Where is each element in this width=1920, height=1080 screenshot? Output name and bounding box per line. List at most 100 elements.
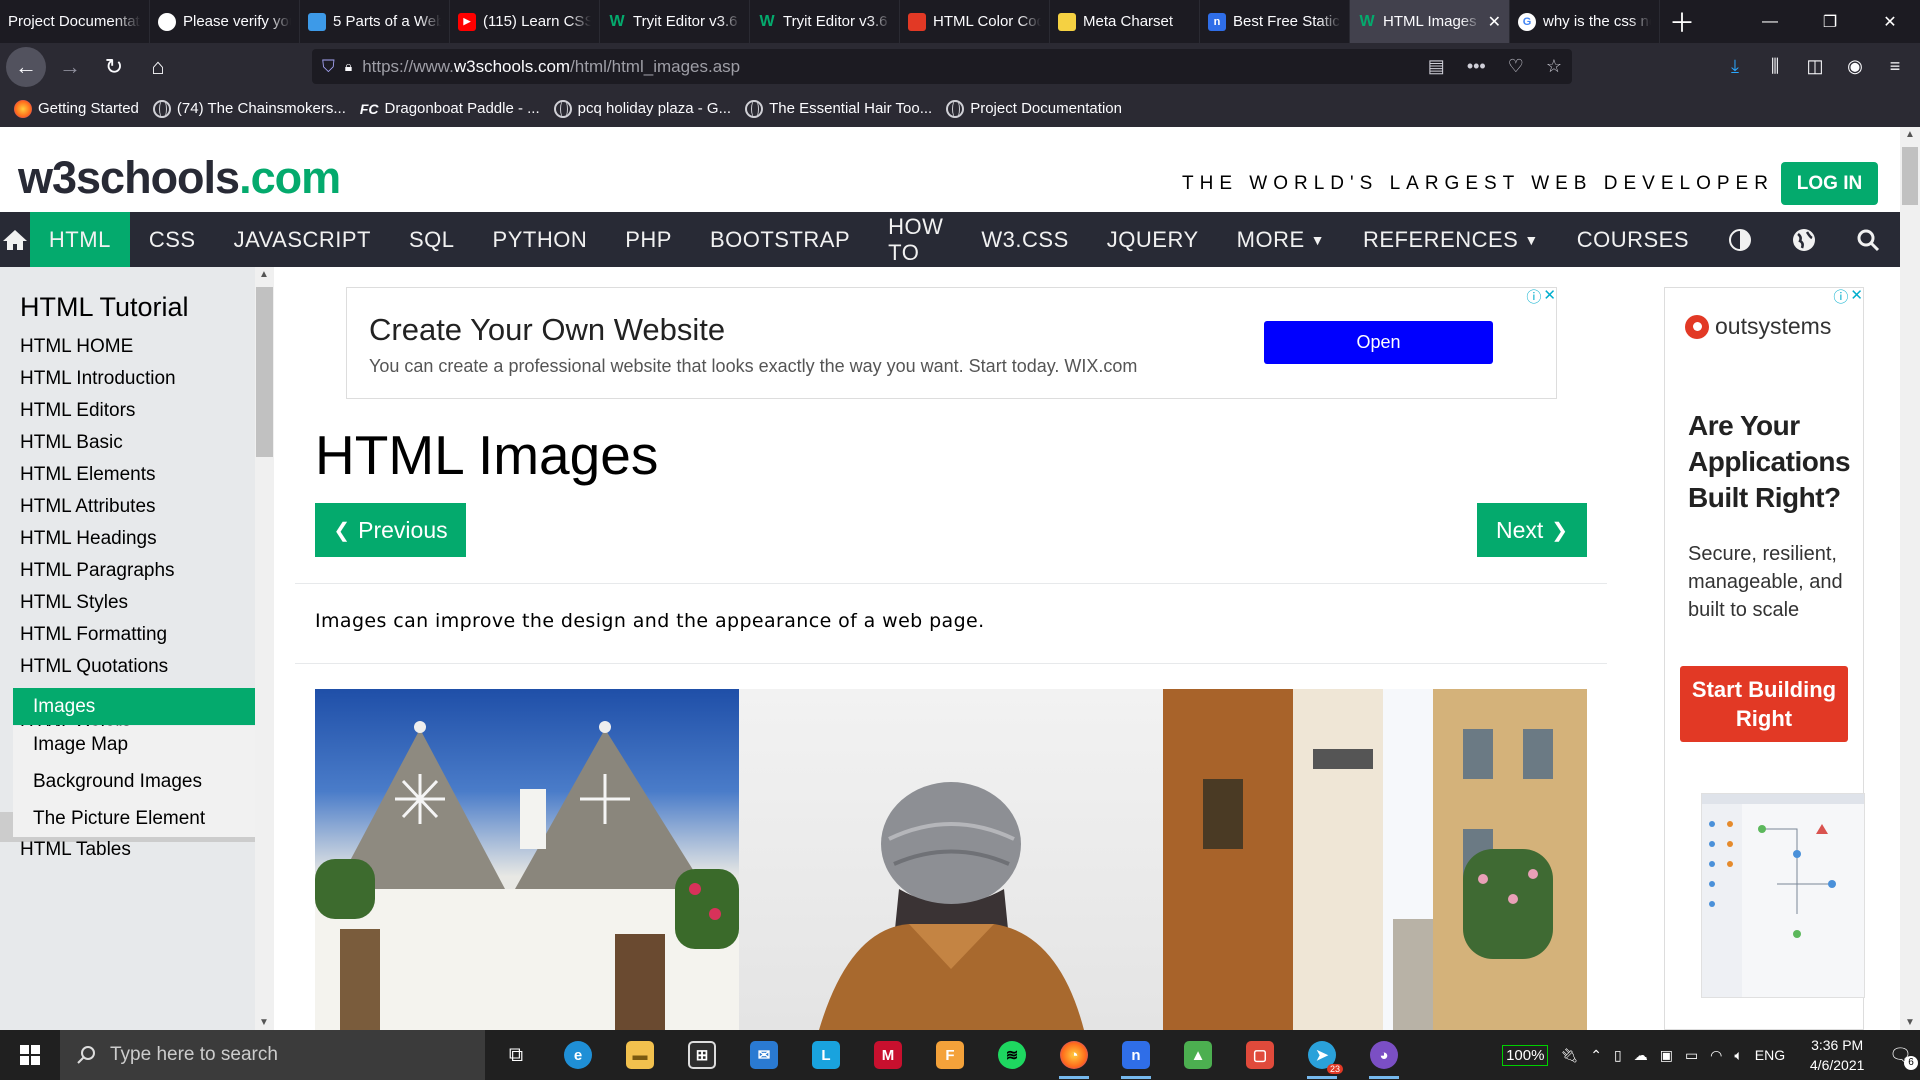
close-window-icon[interactable]: ✕ [1860,0,1920,43]
nav-css[interactable]: CSS [130,212,215,267]
scroll-down-icon[interactable]: ▼ [1905,1017,1915,1028]
browser-tab[interactable]: 5 Parts of a Website [300,0,450,43]
store-icon[interactable]: ⊞ [671,1030,733,1080]
menu-icon[interactable]: ≡ [1880,52,1910,82]
browser-tab[interactable]: Meta Charset [1050,0,1200,43]
forward-icon[interactable]: → [50,47,90,87]
scroll-up-icon[interactable]: ▲ [1905,129,1915,140]
battery-icon[interactable]: ▭ [1685,1047,1698,1064]
bookmark-item[interactable]: Project Documentation [946,99,1122,118]
browser-tab[interactable]: Gwhy is the css not [1510,0,1660,43]
f-app-icon[interactable]: F [919,1030,981,1080]
download-icon[interactable]: ⤓ [1720,52,1750,82]
sidebar-item[interactable]: HTML Styles [20,592,128,614]
bookmark-item[interactable]: FC Dragonboat Paddle - ... [360,100,540,117]
browser-tab[interactable]: Project Documentation [0,0,150,43]
ad-choices[interactable]: ⓘ ✕ [1526,286,1556,307]
browser-tab[interactable]: ▶ (115) Learn CSS [450,0,600,43]
library-icon[interactable]: ⫼ [1760,52,1790,82]
sidebar-item[interactable]: HTML Paragraphs [20,560,175,582]
usb-icon[interactable]: 🔌︎ [1560,1047,1578,1064]
login-button[interactable]: LOG IN [1781,162,1878,205]
bookmark-item[interactable]: The Essential Hair Too... [745,99,932,118]
sidebar-subitem[interactable]: Image Map [13,726,255,763]
account-icon[interactable]: ◉ [1840,52,1870,82]
top-advertisement[interactable]: ⓘ ✕ Create Your Own Website You can creat… [346,287,1557,399]
sidebar-item[interactable]: HTML HOME [20,336,133,358]
scroll-down-icon[interactable]: ▼ [259,1017,269,1028]
sidebar-item[interactable]: HTML Formatting [20,624,167,646]
nav-html[interactable]: HTML [29,212,130,267]
zoom-indicator[interactable]: 100% [1502,1044,1549,1066]
language-indicator[interactable]: ENG [1755,1047,1785,1063]
bookmark-star-icon[interactable]: ☆ [1546,56,1562,77]
ad-close-icon[interactable]: ✕ [1850,286,1863,307]
bookmark-item[interactable]: (74) The Chainsmokers... [152,99,346,118]
right-advertisement[interactable]: ⓘ ✕ outsystems Are Your Applications Buil… [1664,286,1865,1030]
slides-icon[interactable]: ▢ [1229,1030,1291,1080]
tray-expand-icon[interactable]: ⌃ [1590,1047,1602,1064]
browser-tab[interactable]: HTML Color Codes [900,0,1050,43]
sidebar-item[interactable]: HTML Quotations [20,656,168,678]
lock-icon[interactable]: 🔒︎ [345,58,352,75]
sidebar-item[interactable]: HTML Basic [20,432,123,454]
spotify-icon[interactable]: ≋ [981,1030,1043,1080]
nav-sql[interactable]: SQL [390,212,474,267]
browser-tab[interactable]: Please verify your [150,0,300,43]
reload-icon[interactable]: ↻ [94,47,134,87]
sidebar-item[interactable]: HTML Elements [20,464,156,486]
nav-javascript[interactable]: JAVASCRIPT [215,212,390,267]
sidebar-subitem[interactable]: Images [13,688,255,725]
firefox-icon[interactable]: ◔ [1043,1030,1105,1080]
scroll-up-icon[interactable]: ▲ [259,269,269,280]
mail-icon[interactable]: ✉ [733,1030,795,1080]
reader-view-icon[interactable]: ▤ [1428,56,1445,77]
nav-references[interactable]: REFERENCES ▼ [1344,212,1558,267]
address-bar[interactable]: ⛉ 🔒︎ https://www. w3schools.com/html/html… [312,49,1572,84]
globe-icon[interactable] [1772,212,1836,267]
nav-how-to[interactable]: HOW TO [869,212,962,267]
page-scroll-thumb[interactable] [1902,147,1918,205]
windows-start-icon[interactable] [0,1030,60,1080]
start-building-button[interactable]: Start Building Right [1680,666,1848,742]
ad-open-button[interactable]: Open [1264,321,1493,364]
nav-jquery[interactable]: JQUERY [1088,212,1218,267]
previous-button[interactable]: ❮ Previous [315,503,466,557]
search-icon[interactable] [1836,212,1900,267]
restore-icon[interactable]: ❐ [1800,0,1860,43]
browser-tab[interactable]: W HTML Images ✕ [1350,0,1510,43]
dark-mode-icon[interactable] [1708,212,1772,267]
notification-icon[interactable]: 🗨︎ 6 [1889,1045,1918,1070]
ad-info-icon[interactable]: ⓘ [1833,286,1848,307]
sidebar-item[interactable]: HTML Tables [20,839,131,861]
sidebar-item[interactable]: HTML Introduction [20,368,176,390]
onedrive-icon[interactable]: ☁ [1634,1047,1648,1064]
bookmark-item[interactable]: Getting Started [14,99,139,118]
minimize-icon[interactable]: — [1740,0,1800,43]
sidebar-scrollbar[interactable]: ▲ ▼ [255,267,274,1030]
close-tab-icon[interactable]: ✕ [1488,12,1501,32]
image-editor-icon[interactable]: ▲ [1167,1030,1229,1080]
edge-icon[interactable]: e [547,1030,609,1080]
action-icon[interactable]: ▣ [1660,1047,1673,1064]
back-icon[interactable]: ← [6,46,46,87]
file-explorer-icon[interactable]: ▬ [609,1030,671,1080]
ad-choices[interactable]: ⓘ ✕ [1833,286,1863,307]
nav-python[interactable]: PYTHON [474,212,607,267]
nav-w3-css[interactable]: W3.CSS [962,212,1087,267]
taskbar-search[interactable]: Type here to search [60,1030,485,1080]
sidebar-scroll-thumb[interactable] [256,287,273,457]
ad-close-icon[interactable]: ✕ [1543,286,1556,307]
next-button[interactable]: Next ❯ [1477,503,1587,557]
clock[interactable]: 3:36 PM 4/6/2021 [1797,1035,1877,1075]
sidebar-item[interactable]: HTML Editors [20,400,135,422]
notion-n-icon[interactable]: n [1105,1030,1167,1080]
sidebar-item[interactable]: HTML Headings [20,528,157,550]
ad-info-icon[interactable]: ⓘ [1526,286,1541,307]
nav-more[interactable]: MORE ▼ [1218,212,1344,267]
bookmark-item[interactable]: pcq holiday plaza - G... [553,99,731,118]
task-view-icon[interactable]: ⧉ [485,1030,547,1080]
site-logo[interactable]: w3schools.com [18,152,341,204]
sidebar-icon[interactable]: ◫ [1800,52,1830,82]
nav-bootstrap[interactable]: BOOTSTRAP [691,212,869,267]
